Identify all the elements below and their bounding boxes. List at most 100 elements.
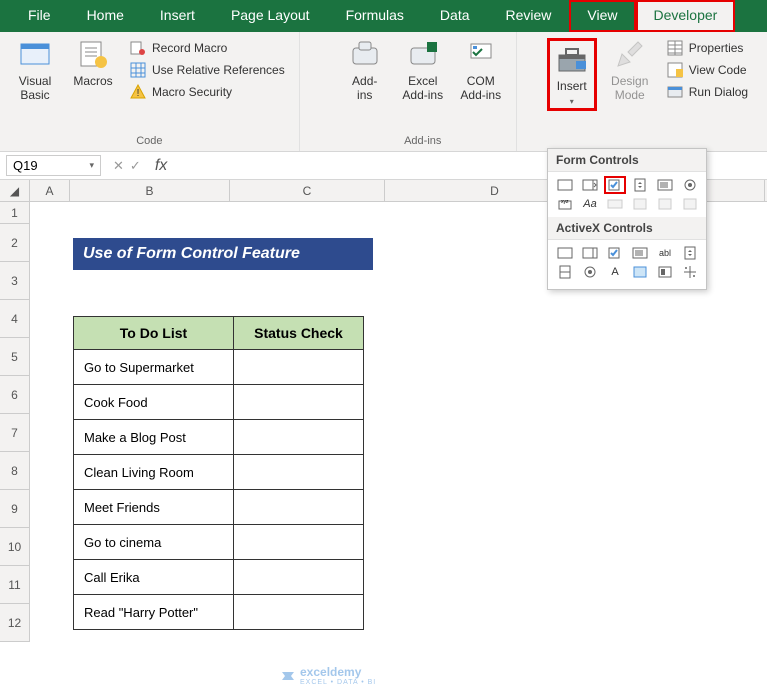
tab-insert[interactable]: Insert <box>142 0 213 32</box>
row-header[interactable]: 8 <box>0 452 30 490</box>
name-box[interactable]: Q19 ▾ <box>6 155 101 176</box>
form-listbox-control[interactable] <box>654 176 676 194</box>
table-cell[interactable]: Read "Harry Potter" <box>74 595 234 630</box>
table-cell[interactable]: Meet Friends <box>74 490 234 525</box>
col-header-status: Status Check <box>234 317 364 350</box>
ribbon: Visual Basic Macros Record Macro Use Rel… <box>0 32 767 152</box>
row-header[interactable]: 3 <box>0 262 30 300</box>
macros-button[interactable]: Macros <box>68 38 118 102</box>
tab-formulas[interactable]: Formulas <box>328 0 422 32</box>
table-cell[interactable]: Cook Food <box>74 385 234 420</box>
view-code-button[interactable]: View Code <box>663 60 752 80</box>
row-header[interactable]: 6 <box>0 376 30 414</box>
col-header-a[interactable]: A <box>30 180 70 201</box>
record-macro-button[interactable]: Record Macro <box>126 38 289 58</box>
insert-controls-button[interactable]: Insert ▾ <box>547 38 597 111</box>
table-cell[interactable] <box>234 560 364 595</box>
form-combo-dropdown-control <box>679 195 701 213</box>
table-cell[interactable]: Clean Living Room <box>74 455 234 490</box>
ribbon-group-code: Visual Basic Macros Record Macro Use Rel… <box>0 32 300 151</box>
table-cell[interactable] <box>234 490 364 525</box>
table-cell[interactable]: Call Erika <box>74 560 234 595</box>
macros-icon <box>77 38 109 70</box>
addins-button[interactable]: Add- ins <box>340 38 390 102</box>
tab-home[interactable]: Home <box>69 0 142 32</box>
form-checkbox-control[interactable] <box>604 176 626 194</box>
form-groupbox-control[interactable]: xyz <box>554 195 576 213</box>
ax-spin-button[interactable] <box>554 263 576 281</box>
table-cell[interactable] <box>234 385 364 420</box>
form-button-control[interactable] <box>554 176 576 194</box>
ax-label[interactable]: A <box>604 263 626 281</box>
form-option-control[interactable] <box>679 176 701 194</box>
row-header[interactable]: 9 <box>0 490 30 528</box>
properties-button[interactable]: Properties <box>663 38 752 58</box>
ax-combobox[interactable] <box>579 244 601 262</box>
ax-image[interactable] <box>629 263 651 281</box>
fx-button[interactable]: fx <box>147 157 175 175</box>
row-header[interactable]: 5 <box>0 338 30 376</box>
tab-review[interactable]: Review <box>488 0 570 32</box>
table-cell[interactable]: Go to cinema <box>74 525 234 560</box>
activex-controls-header: ActiveX Controls <box>548 217 706 240</box>
ax-scrollbar[interactable] <box>679 244 701 262</box>
ax-listbox[interactable] <box>629 244 651 262</box>
form-label-control[interactable]: Aa <box>579 195 601 213</box>
ax-more-controls[interactable] <box>679 263 701 281</box>
macro-security-button[interactable]: ! Macro Security <box>126 82 289 102</box>
visual-basic-icon <box>19 38 51 70</box>
cancel-icon[interactable]: ✕ <box>113 158 124 174</box>
record-macro-icon <box>130 40 146 56</box>
excel-addins-button[interactable]: Excel Add-ins <box>398 38 448 102</box>
run-dialog-icon <box>667 84 683 100</box>
row-header[interactable]: 11 <box>0 566 30 604</box>
form-combo-list-control <box>654 195 676 213</box>
ax-checkbox[interactable] <box>604 244 626 262</box>
table-cell[interactable] <box>234 595 364 630</box>
com-addins-icon <box>465 38 497 70</box>
table-cell[interactable] <box>234 350 364 385</box>
form-combobox-control[interactable] <box>579 176 601 194</box>
row-header[interactable]: 2 <box>0 224 30 262</box>
table-cell[interactable]: Go to Supermarket <box>74 350 234 385</box>
visual-basic-label: Visual Basic <box>19 74 51 102</box>
chevron-down-icon[interactable]: ▾ <box>89 160 94 171</box>
enter-icon[interactable]: ✓ <box>130 158 141 174</box>
tab-data[interactable]: Data <box>422 0 488 32</box>
table-cell[interactable] <box>234 525 364 560</box>
tab-file[interactable]: File <box>10 0 69 32</box>
col-header-b[interactable]: B <box>70 180 230 201</box>
table-cell[interactable] <box>234 420 364 455</box>
form-textfield-control <box>629 195 651 213</box>
form-spinner-control[interactable] <box>629 176 651 194</box>
row-headers: 1 2 3 4 5 6 7 8 9 10 11 12 <box>0 202 30 642</box>
col-header-c[interactable]: C <box>230 180 385 201</box>
ribbon-group-addins: Add- ins Excel Add-ins COM Add-ins Add-i… <box>330 32 517 151</box>
tab-developer[interactable]: Developer <box>636 0 736 32</box>
use-relative-references-button[interactable]: Use Relative References <box>126 60 289 80</box>
table-cell[interactable]: Make a Blog Post <box>74 420 234 455</box>
ax-toggle-button[interactable] <box>654 263 676 281</box>
excel-addins-icon <box>407 38 439 70</box>
row-header[interactable]: 4 <box>0 300 30 338</box>
table-cell[interactable] <box>234 455 364 490</box>
select-all-corner[interactable]: ◢ <box>0 180 30 201</box>
design-mode-button[interactable]: Design Mode <box>605 38 655 111</box>
properties-icon <box>667 40 683 56</box>
row-header[interactable]: 7 <box>0 414 30 452</box>
com-addins-button[interactable]: COM Add-ins <box>456 38 506 102</box>
ax-option-button[interactable] <box>579 263 601 281</box>
ax-command-button[interactable] <box>554 244 576 262</box>
warning-icon: ! <box>130 84 146 100</box>
row-header[interactable]: 10 <box>0 528 30 566</box>
sheet-title-band: Use of Form Control Feature <box>73 238 373 270</box>
activex-controls-grid: abl A <box>548 240 706 285</box>
ax-textbox[interactable]: abl <box>654 244 676 262</box>
row-header[interactable]: 1 <box>0 202 30 224</box>
visual-basic-button[interactable]: Visual Basic <box>10 38 60 102</box>
run-dialog-button[interactable]: Run Dialog <box>663 82 752 102</box>
row-header[interactable]: 12 <box>0 604 30 642</box>
tab-view[interactable]: View <box>569 0 635 32</box>
form-controls-grid: xyz Aa <box>548 172 706 217</box>
tab-page-layout[interactable]: Page Layout <box>213 0 328 32</box>
